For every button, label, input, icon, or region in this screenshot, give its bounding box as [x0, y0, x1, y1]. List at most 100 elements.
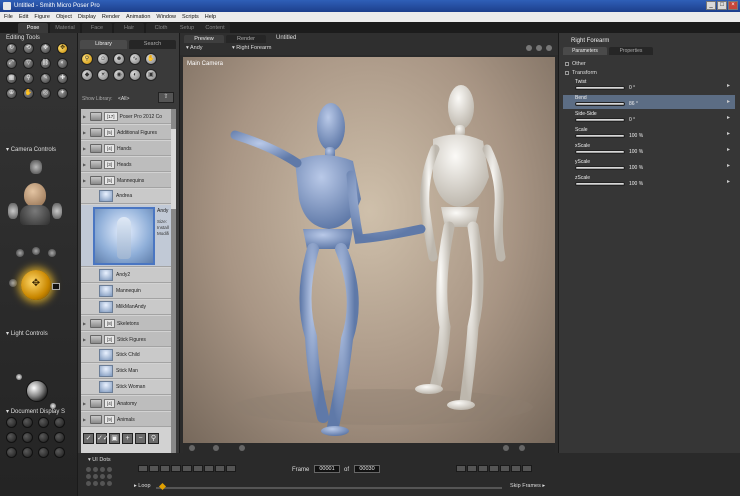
hands-category-icon[interactable]: ✋ [145, 53, 157, 65]
expressions-category-icon[interactable]: ☻ [113, 53, 125, 65]
display-style-icon[interactable] [6, 417, 17, 428]
remove-from-library-button[interactable]: − [135, 433, 146, 444]
ui-dot-icon[interactable] [107, 474, 112, 479]
display-style-icon[interactable] [22, 417, 33, 428]
scenes-category-icon[interactable]: ▣ [145, 69, 157, 81]
prev-key-button[interactable] [149, 465, 159, 472]
parameter-value[interactable]: 100 % [629, 181, 643, 187]
library-folder[interactable]: ▶ [5] Additional Figures [81, 125, 173, 140]
create-folder-button[interactable]: ▣ [109, 433, 120, 444]
expand-triangle-icon[interactable]: ▶ [83, 332, 88, 346]
group-transform[interactable]: Transform [565, 70, 597, 76]
parameter-value[interactable]: 0 ° [629, 117, 635, 123]
parameter-yscale[interactable]: yScale 100 % ▸ [563, 159, 735, 173]
library-navigate-up-icon[interactable]: ⇧ [158, 92, 174, 103]
parameter-menu-arrow-icon[interactable]: ▸ [727, 114, 730, 121]
expand-triangle-icon[interactable]: ▶ [83, 412, 88, 426]
group-other[interactable]: Other [565, 61, 586, 67]
display-style-icon[interactable] [54, 417, 65, 428]
library-folder[interactable]: ▶ [17] Poser Pro 2012 Co [81, 109, 173, 124]
menu-object[interactable]: Object [56, 12, 72, 22]
body-part-selector[interactable]: ▾ Right Forearm [232, 45, 271, 51]
translate-in-out-icon[interactable]: ✥ [57, 43, 68, 54]
tab-content[interactable]: Content [200, 23, 230, 33]
display-style-icon[interactable] [6, 447, 17, 458]
viewport-menu-icon[interactable] [189, 445, 195, 451]
last-frame-button[interactable] [215, 465, 225, 472]
library-folder[interactable]: ▶ [5] Mannequins [81, 173, 173, 188]
parameter-menu-arrow-icon[interactable]: ▸ [727, 178, 730, 185]
viewport-option-icon[interactable] [526, 45, 532, 51]
parameter-dial[interactable] [575, 182, 625, 186]
camera-right-hand-icon[interactable] [52, 203, 62, 219]
camera-select-icon[interactable] [52, 283, 60, 290]
edit-keyframes-button[interactable] [456, 465, 466, 472]
taper-icon[interactable]: ▽ [23, 58, 34, 69]
parameter-value[interactable]: 0 ° [629, 85, 635, 91]
menu-help[interactable]: Help [205, 12, 216, 22]
library-item[interactable]: Andrea [81, 189, 173, 204]
parameter-menu-arrow-icon[interactable]: ▸ [727, 162, 730, 169]
play-button[interactable] [182, 465, 192, 472]
maximize-button[interactable]: □ [717, 1, 727, 10]
expand-triangle-icon[interactable]: ▶ [83, 396, 88, 410]
expand-triangle-icon[interactable]: ▶ [83, 109, 88, 123]
library-scroll-thumb[interactable] [171, 129, 176, 209]
library-folder[interactable]: ▶ [4] Anatomy [81, 396, 173, 411]
display-style-icon[interactable] [38, 447, 49, 458]
parameter-value[interactable]: 100 % [629, 133, 643, 139]
document-viewport[interactable]: Main Camera [183, 57, 555, 443]
camera-move-xz-icon[interactable] [16, 249, 24, 257]
next-key-button[interactable] [204, 465, 214, 472]
camera-face-icon[interactable] [24, 183, 46, 207]
camera-top-control[interactable] [30, 160, 42, 174]
cameras-category-icon[interactable]: ◉ [113, 69, 125, 81]
parameter-value[interactable]: 86 ° [629, 101, 638, 107]
add-to-scene-button[interactable]: ✓✓ [96, 433, 109, 444]
stop-button[interactable] [171, 465, 181, 472]
parameter-zscale[interactable]: zScale 100 % ▸ [563, 175, 735, 189]
viewport-option-icon[interactable] [546, 45, 552, 51]
ui-dot-icon[interactable] [100, 481, 105, 486]
expand-triangle-icon[interactable]: ▶ [83, 125, 88, 139]
parameter-scale[interactable]: Scale 100 % ▸ [563, 127, 735, 141]
menu-animation[interactable]: Animation [126, 12, 150, 22]
library-folder[interactable]: ▶ [9] Animals [81, 412, 173, 427]
tab-properties[interactable]: Properties [609, 47, 653, 55]
tab-pose[interactable]: Pose [18, 23, 48, 33]
library-folder[interactable]: ▶ [3] Heads [81, 157, 173, 172]
viewport-color-icon[interactable] [503, 445, 509, 451]
figures-category-icon[interactable]: ⚲ [81, 53, 93, 65]
add-to-library-button[interactable]: + [122, 433, 133, 444]
grab-icon[interactable]: ✋ [23, 88, 34, 99]
zoom-icon[interactable]: ⊕ [6, 88, 17, 99]
twist-icon[interactable]: ⟲ [23, 43, 34, 54]
library-scrollbar[interactable] [171, 109, 176, 463]
andy-mannequin-figure[interactable] [230, 103, 426, 436]
viewport-color-icon[interactable] [519, 445, 525, 451]
display-style-icon[interactable] [54, 447, 65, 458]
parameter-dial[interactable] [575, 166, 625, 170]
minimize-button[interactable]: _ [706, 1, 716, 10]
parameter-dial[interactable] [575, 86, 625, 90]
view-magnifier-icon[interactable]: ⚲ [23, 73, 34, 84]
expand-triangle-icon[interactable]: ▶ [83, 316, 88, 330]
library-item[interactable]: Stick Man [81, 364, 173, 379]
keyframe-button[interactable] [500, 465, 510, 472]
ui-dot-icon[interactable] [100, 474, 105, 479]
library-item-selected[interactable]: Andy Size: Install Modifi [81, 205, 173, 267]
viewport-option-icon[interactable] [536, 45, 542, 51]
direct-manipulation-icon[interactable]: ✚ [57, 73, 68, 84]
direct-edit-icon[interactable]: ✦ [57, 88, 68, 99]
tab-library[interactable]: Library [80, 40, 127, 49]
keyframe-button[interactable] [522, 465, 532, 472]
chain-break-icon[interactable]: ⛓ [40, 58, 51, 69]
scale-icon[interactable]: ⤢ [6, 58, 17, 69]
grouping-icon[interactable]: ▦ [6, 73, 17, 84]
figure-selector[interactable]: ▾ Andy [186, 45, 203, 51]
expand-triangle-icon[interactable]: ▶ [83, 173, 88, 187]
morphing-tool-icon[interactable]: ✎ [40, 73, 51, 84]
menu-edit[interactable]: Edit [19, 12, 28, 22]
library-item[interactable]: Stick Woman [81, 380, 173, 395]
library-folder[interactable]: ▶ [3] Stick Figures [81, 332, 173, 347]
